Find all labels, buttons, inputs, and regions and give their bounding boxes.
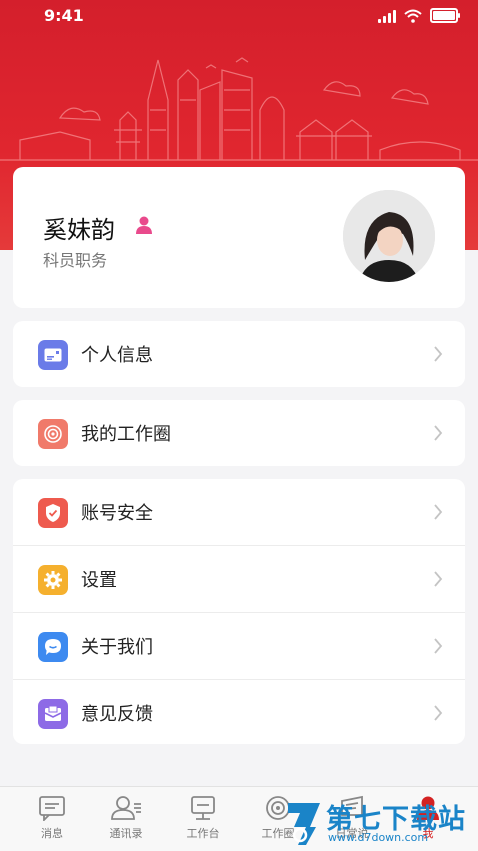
avatar[interactable] [343,190,435,282]
menu-item-label: 个人信息 [81,345,153,366]
chevron-right-icon [434,571,443,587]
shield-icon [38,498,68,528]
tab-workbench[interactable]: 工作台 [173,795,233,841]
watermark-url: www.d7down.com [328,831,429,844]
feedback-mail-icon [38,699,68,729]
contacts-icon [111,796,141,820]
status-time: 9:41 [44,6,84,25]
menu-item-label: 关于我们 [81,637,153,658]
menu-item-work-circle[interactable]: 我的工作圈 [13,400,465,466]
menu-item-personal-info[interactable]: 个人信息 [13,321,465,387]
message-icon [39,796,65,821]
tab-label: 通讯录 [109,827,143,840]
watermark-logo-icon [288,803,320,845]
menu-group-personal: 个人信息 [13,321,465,387]
battery-icon [430,8,460,23]
chevron-right-icon [434,425,443,441]
chevron-right-icon [434,638,443,654]
gear-icon [38,565,68,595]
tab-contacts[interactable]: 通讯录 [96,795,156,841]
menu-item-about-us[interactable]: 关于我们 [13,613,465,680]
tab-label: 消息 [41,827,63,840]
menu-item-settings[interactable]: 设置 [13,546,465,613]
menu-item-feedback[interactable]: 意见反馈 [13,680,465,746]
chevron-right-icon [434,705,443,721]
status-bar: 9:41 [0,0,478,32]
tab-label: 工作台 [186,827,220,840]
tab-messages[interactable]: 消息 [22,795,82,841]
profile-title: 科员职务 [43,251,108,270]
avatar-photo [343,190,435,282]
chat-bubble-icon [38,632,68,662]
menu-item-label: 意见反馈 [81,704,153,725]
wifi-icon [404,9,422,23]
workbench-icon [191,796,215,820]
menu-item-label: 我的工作圈 [81,424,171,445]
profile-name: 奚妹韵 [43,216,115,244]
menu-item-account-security[interactable]: 账号安全 [13,479,465,546]
watermark: 第七下载站 www.d7down.com [284,795,478,850]
menu-group-settings: 账号安全 设置 关于我们 意见反馈 [13,479,465,744]
menu-item-label: 设置 [81,570,117,591]
chevron-right-icon [434,346,443,362]
person-icon [136,216,152,234]
menu-item-label: 账号安全 [81,503,153,524]
id-card-icon [38,340,68,370]
chevron-right-icon [434,504,443,520]
profile-card[interactable]: 奚妹韵 科员职务 [13,167,465,308]
city-skyline-illustration [0,57,478,161]
work-circle-icon [38,419,68,449]
cellular-signal-icon [378,9,396,23]
menu-group-work: 我的工作圈 [13,400,465,466]
